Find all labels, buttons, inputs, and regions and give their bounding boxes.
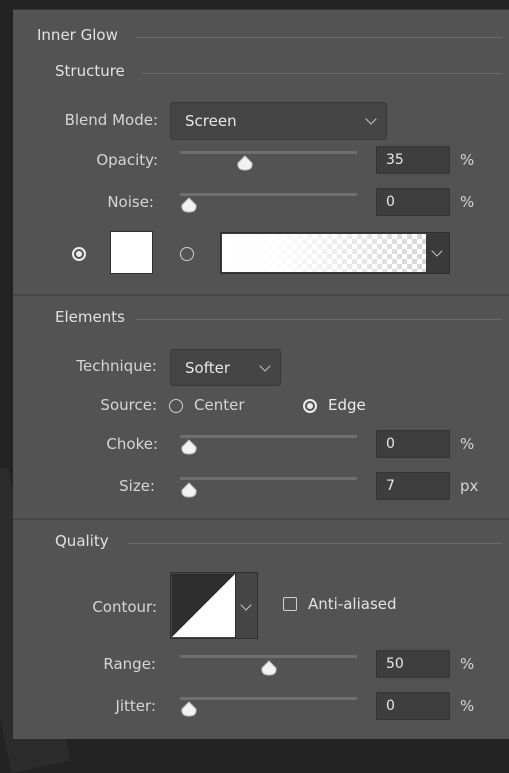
glow-color-swatch[interactable] xyxy=(110,231,153,274)
range-input[interactable]: 50 xyxy=(376,650,450,678)
contour-label: Contour: xyxy=(92,598,157,616)
blend-mode-dropdown[interactable]: Screen xyxy=(170,102,387,140)
opacity-input[interactable]: 35 xyxy=(376,146,450,174)
blend-mode-value: Screen xyxy=(185,112,237,130)
source-edge-radio[interactable] xyxy=(303,399,317,413)
jitter-input[interactable]: 0 xyxy=(376,692,450,720)
quality-legend: Quality xyxy=(55,532,109,550)
range-slider-track[interactable] xyxy=(180,655,357,658)
elements-rule xyxy=(136,319,502,320)
structure-rule xyxy=(142,73,502,74)
opacity-unit: % xyxy=(460,151,475,169)
range-slider-thumb[interactable] xyxy=(260,660,278,676)
jitter-slider-thumb[interactable] xyxy=(180,701,198,717)
noise-unit: % xyxy=(460,193,475,211)
size-slider-thumb[interactable] xyxy=(180,482,198,498)
quality-rule xyxy=(128,543,502,544)
noise-input[interactable]: 0 xyxy=(376,188,450,216)
choke-input[interactable]: 0 xyxy=(376,430,450,458)
section-divider xyxy=(13,518,509,520)
opacity-slider-track[interactable] xyxy=(180,151,357,154)
section-divider xyxy=(13,294,509,296)
blend-mode-label: Blend Mode: xyxy=(64,111,158,129)
anti-aliased-checkbox[interactable] xyxy=(283,597,297,611)
inner-glow-panel: Inner Glow Structure Blend Mode: Screen … xyxy=(13,9,509,739)
size-unit: px xyxy=(460,477,479,495)
chevron-down-icon xyxy=(240,599,252,611)
source-center-radio[interactable] xyxy=(169,399,183,413)
contour-curve-icon xyxy=(172,574,235,637)
contour-picker[interactable] xyxy=(170,572,258,639)
opacity-label: Opacity: xyxy=(96,151,158,169)
technique-value: Softer xyxy=(185,358,230,377)
size-slider-track[interactable] xyxy=(180,477,357,480)
choke-unit: % xyxy=(460,435,475,453)
chevron-down-icon xyxy=(431,245,443,257)
contour-divider xyxy=(235,573,236,638)
technique-label: Technique: xyxy=(76,357,157,375)
chevron-down-icon xyxy=(259,360,271,372)
inner-glow-title: Inner Glow xyxy=(37,26,118,44)
structure-legend: Structure xyxy=(55,62,125,80)
chevron-down-icon xyxy=(365,113,377,125)
jitter-slider-track[interactable] xyxy=(180,697,357,700)
title-rule xyxy=(136,37,502,38)
jitter-unit: % xyxy=(460,697,475,715)
range-label: Range: xyxy=(103,655,156,673)
choke-slider-track[interactable] xyxy=(180,435,357,438)
gradient-picker[interactable] xyxy=(220,232,450,274)
technique-dropdown[interactable]: Softer xyxy=(170,349,281,386)
choke-slider-thumb[interactable] xyxy=(180,439,198,455)
size-label: Size: xyxy=(119,477,155,495)
anti-aliased-label[interactable]: Anti-aliased xyxy=(308,595,397,613)
source-label: Source: xyxy=(100,396,157,414)
source-edge-label[interactable]: Edge xyxy=(328,396,366,414)
source-center-label[interactable]: Center xyxy=(194,396,245,414)
opacity-slider-thumb[interactable] xyxy=(236,155,254,171)
noise-slider-track[interactable] xyxy=(180,193,357,196)
color-radio[interactable] xyxy=(72,247,86,261)
jitter-label: Jitter: xyxy=(115,697,156,715)
elements-legend: Elements xyxy=(55,308,125,326)
gradient-preview xyxy=(222,234,426,272)
choke-label: Choke: xyxy=(106,435,158,453)
gradient-radio[interactable] xyxy=(180,247,194,261)
noise-slider-thumb[interactable] xyxy=(180,197,198,213)
range-unit: % xyxy=(460,655,475,673)
size-input[interactable]: 7 xyxy=(376,472,450,500)
noise-label: Noise: xyxy=(107,193,154,211)
